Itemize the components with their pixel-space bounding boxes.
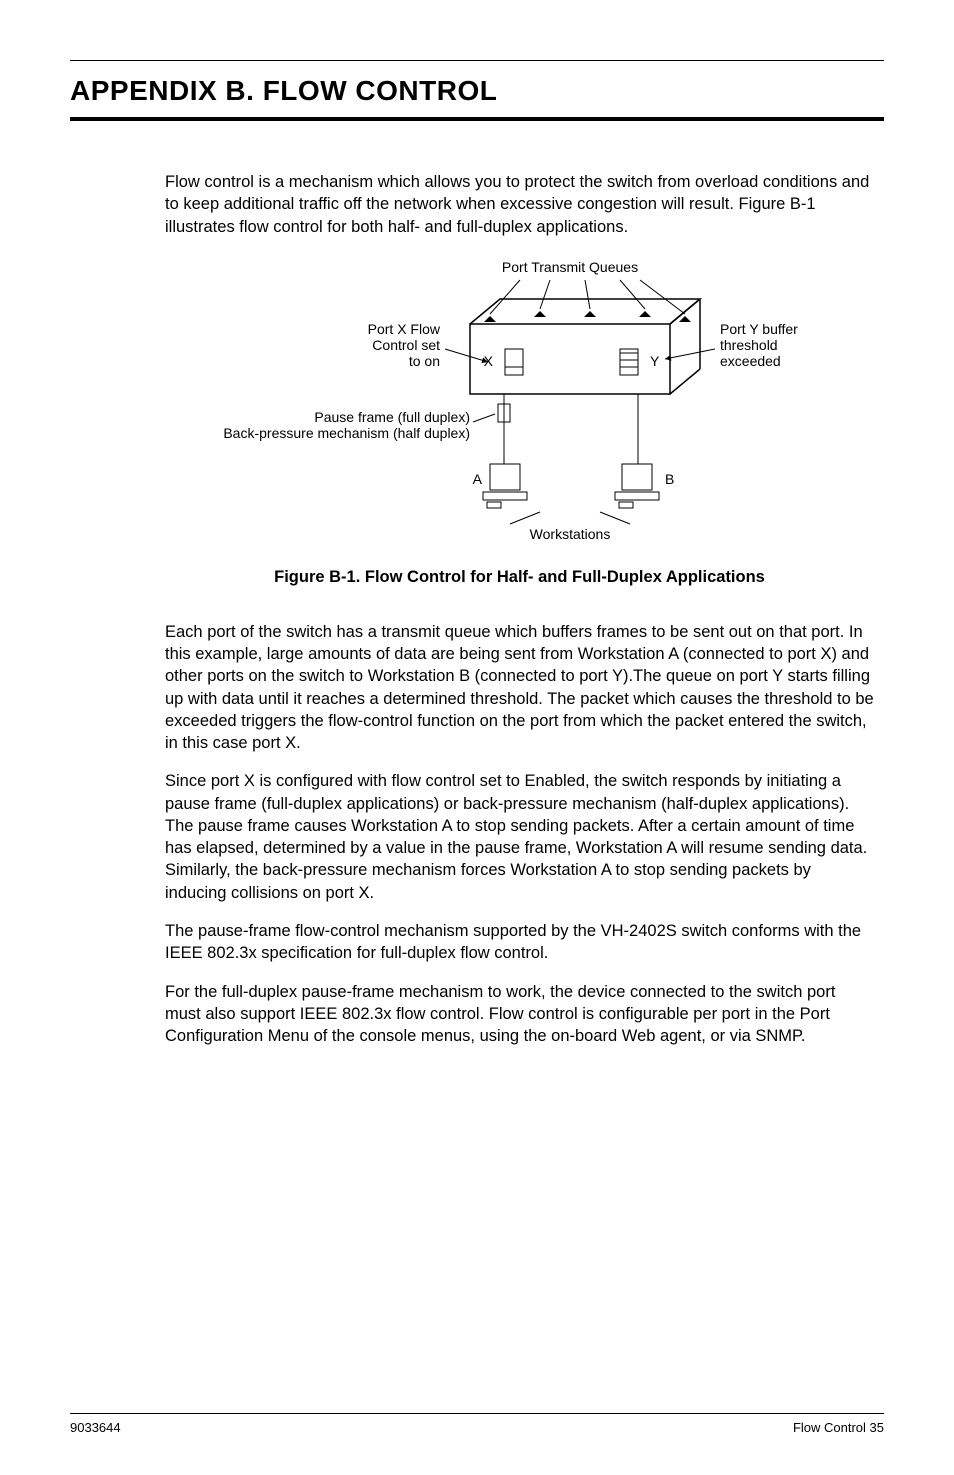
label-to-on: to on <box>408 353 439 369</box>
label-port-y: Y <box>650 353 660 369</box>
intro-paragraph: Flow control is a mechanism which allows… <box>165 171 874 238</box>
label-control-set: Control set <box>372 337 440 353</box>
body-content: Flow control is a mechanism which allows… <box>165 171 874 1047</box>
flow-diagram-svg: Port Transmit Queues <box>190 254 850 554</box>
footer: 9033644 Flow Control 35 <box>70 1413 884 1435</box>
footer-rule <box>70 1413 884 1414</box>
footer-left: 9033644 <box>70 1420 121 1435</box>
label-threshold: threshold <box>720 337 778 353</box>
label-exceeded: exceeded <box>720 353 781 369</box>
figure: Port Transmit Queues <box>165 254 874 554</box>
label-ws-a: A <box>472 471 482 487</box>
paragraph-4: The pause-frame flow-control mechanism s… <box>165 920 874 965</box>
label-ws-b: B <box>665 471 674 487</box>
top-rule <box>70 60 884 61</box>
figure-caption: Figure B-1. Flow Control for Half- and F… <box>165 568 874 587</box>
paragraph-2: Each port of the switch has a transmit q… <box>165 621 874 755</box>
label-backpressure: Back-pressure mechanism (half duplex) <box>223 425 470 441</box>
paragraph-3: Since port X is configured with flow con… <box>165 770 874 904</box>
label-workstations: Workstations <box>529 526 610 542</box>
label-port-transmit-queues: Port Transmit Queues <box>501 259 637 275</box>
label-pause-full: Pause frame (full duplex) <box>314 409 470 425</box>
appendix-title: APPENDIX B. FLOW CONTROL <box>70 75 884 107</box>
label-portx-flow: Port X Flow <box>367 321 440 337</box>
label-porty-buffer: Port Y buffer <box>720 321 798 337</box>
paragraph-5: For the full-duplex pause-frame mechanis… <box>165 981 874 1048</box>
footer-right: Flow Control 35 <box>793 1420 884 1435</box>
page: APPENDIX B. FLOW CONTROL Flow control is… <box>0 0 954 1475</box>
heavy-rule <box>70 117 884 121</box>
